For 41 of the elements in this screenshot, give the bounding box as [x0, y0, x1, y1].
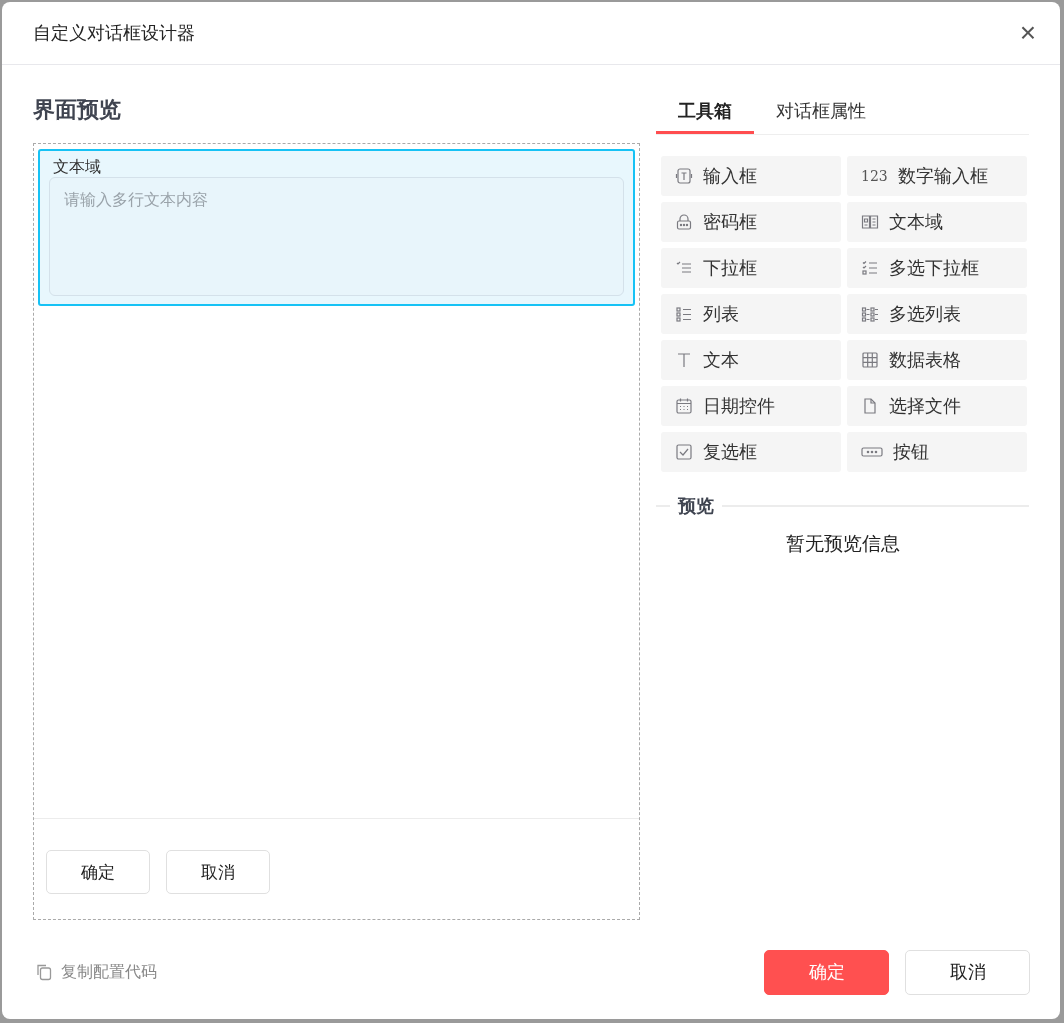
- lock-icon: [675, 213, 693, 231]
- book-icon: [861, 213, 879, 231]
- table-icon: [861, 351, 879, 369]
- toolbox-item[interactable]: 下拉框: [661, 248, 841, 288]
- checkbox-icon: [675, 443, 693, 461]
- checklist-icon: [861, 259, 879, 277]
- text-icon: [675, 351, 693, 369]
- copy-code-link[interactable]: 复制配置代码: [35, 961, 157, 983]
- toolbox-item[interactable]: 多选列表: [847, 294, 1027, 334]
- grid-list-icon: [861, 305, 879, 323]
- file-icon: [861, 397, 879, 415]
- toolbox-item[interactable]: 123 数字输入框: [847, 156, 1027, 196]
- preview-button[interactable]: 确定: [46, 850, 150, 894]
- toolbox-item[interactable]: 输入框: [661, 156, 841, 196]
- text-area-field[interactable]: 请输入多行文本内容: [49, 177, 624, 296]
- window-title: 自定义对话框设计器: [33, 21, 195, 45]
- input-field-icon: [675, 167, 693, 185]
- list-icon: [675, 305, 693, 323]
- preview-button[interactable]: 取消: [166, 850, 270, 894]
- calendar-icon: [675, 397, 693, 415]
- toolbox-item[interactable]: 文本域: [847, 202, 1027, 242]
- toolbox-item[interactable]: 密码框: [661, 202, 841, 242]
- toolbox-item[interactable]: 多选下拉框: [847, 248, 1027, 288]
- close-button[interactable]: ×: [1015, 19, 1040, 47]
- toolbox-item[interactable]: 数据表格: [847, 340, 1027, 380]
- tab[interactable]: 对话框属性: [754, 99, 888, 134]
- cancel-button[interactable]: 取消: [905, 949, 1030, 995]
- toolbox-item[interactable]: 列表: [661, 294, 841, 334]
- empty-message: 暂无预览信息: [784, 531, 901, 556]
- tab[interactable]: 工具箱: [656, 99, 754, 134]
- toolbox-item[interactable]: 复选框: [661, 432, 841, 472]
- copy-icon: [35, 963, 53, 981]
- number-icon: 123: [861, 168, 888, 184]
- toolbox-item[interactable]: 日期控件: [661, 386, 841, 426]
- toolbox-item[interactable]: 按钮: [847, 432, 1027, 472]
- panel-title: 界面预览: [33, 96, 122, 124]
- section-title: 预览: [670, 494, 722, 518]
- toolbox-item[interactable]: 选择文件: [847, 386, 1027, 426]
- toolbox-item[interactable]: 文本: [661, 340, 841, 380]
- form-item[interactable]: 文本域 请输入多行文本内容: [38, 149, 635, 306]
- field-label: 文本域: [53, 157, 102, 177]
